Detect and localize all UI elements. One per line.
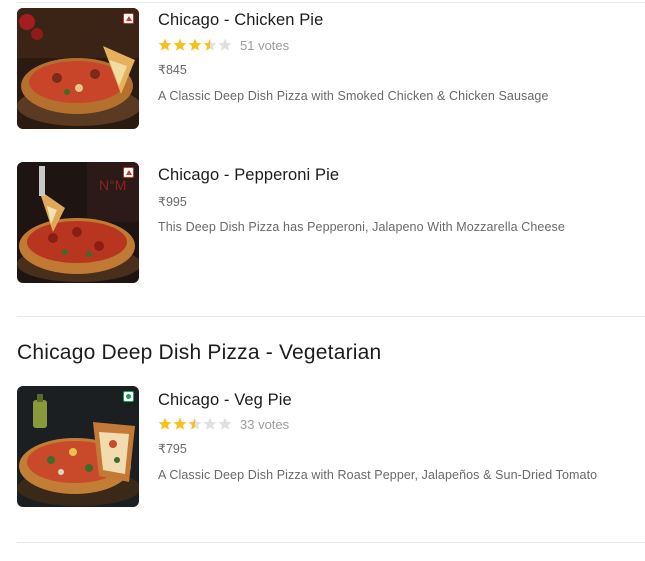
dish-description: This Deep Dish Pizza has Pepperoni, Jala…	[158, 220, 565, 234]
rating: 33 votes	[158, 416, 645, 432]
dish-name[interactable]: Chicago - Veg Pie	[158, 390, 645, 410]
divider-bottom	[17, 542, 645, 543]
section-title: Chicago Deep Dish Pizza - Vegetarian	[17, 341, 382, 364]
star-icon	[218, 417, 232, 430]
divider-top	[17, 2, 645, 3]
dish-image[interactable]	[17, 8, 139, 129]
star-icon	[173, 417, 187, 430]
price: ₹995	[158, 195, 187, 209]
star-icon	[188, 417, 202, 430]
rating: 51 votes	[158, 37, 645, 53]
star-icon	[158, 417, 172, 430]
dish-name[interactable]: Chicago - Chicken Pie	[158, 10, 645, 30]
section-divider	[17, 316, 645, 317]
star-icon	[203, 417, 217, 430]
vote-count: 51 votes	[240, 37, 290, 53]
star-icon	[203, 38, 217, 51]
veg-marker-icon	[123, 391, 134, 402]
non-veg-marker-icon	[123, 167, 134, 178]
star-rating	[158, 38, 232, 52]
star-icon	[158, 38, 172, 51]
dish-name[interactable]: Chicago - Pepperoni Pie	[158, 165, 645, 185]
star-icon	[218, 38, 232, 51]
dish-description: A Classic Deep Dish Pizza with Smoked Ch…	[158, 89, 549, 103]
dish-image[interactable]: N°M	[17, 162, 139, 283]
star-icon	[188, 38, 202, 51]
dish-description: A Classic Deep Dish Pizza with Roast Pep…	[158, 468, 598, 482]
price: ₹795	[158, 442, 187, 456]
svg-text:N°M: N°M	[99, 177, 126, 193]
star-icon	[173, 38, 187, 51]
star-rating	[158, 417, 232, 431]
price: ₹845	[158, 63, 187, 77]
dish-image[interactable]	[17, 386, 139, 507]
vote-count: 33 votes	[240, 416, 290, 432]
non-veg-marker-icon	[123, 13, 134, 24]
